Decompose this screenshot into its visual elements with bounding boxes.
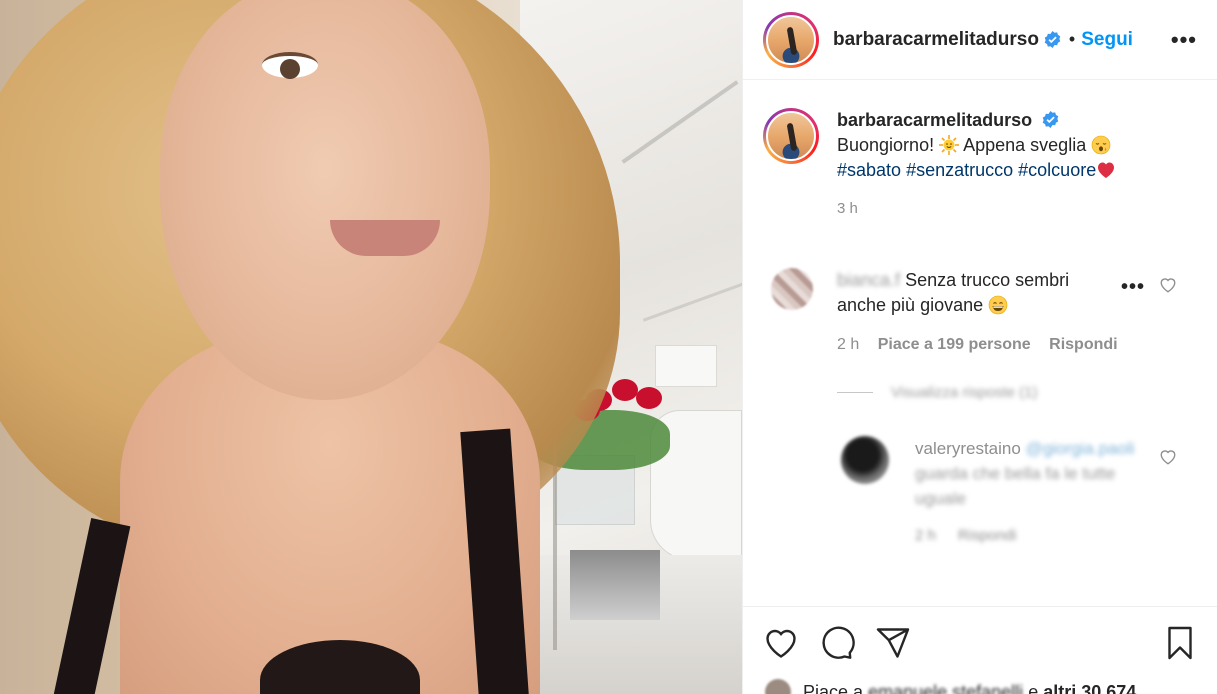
more-options-icon[interactable]: ••• bbox=[1171, 27, 1197, 53]
caption-username[interactable]: barbaracarmelitadurso bbox=[837, 110, 1032, 130]
caption: barbaracarmelitadurso Buongiorno! Appena… bbox=[763, 108, 1203, 221]
comment-avatar[interactable] bbox=[771, 268, 813, 310]
caption-avatar[interactable] bbox=[763, 108, 819, 164]
likes-summary[interactable]: Piace a emanuele.stefanelli e altri 30.6… bbox=[765, 679, 1136, 694]
reply-actions: 2 h Rispondi bbox=[915, 527, 1201, 544]
reply-timestamp[interactable]: 2 h bbox=[915, 527, 936, 544]
comment-username[interactable]: bianca.f bbox=[837, 270, 900, 290]
reply-like-heart-icon[interactable] bbox=[1159, 448, 1177, 466]
comment-like-heart-icon[interactable] bbox=[1159, 276, 1177, 294]
sun-emoji-icon bbox=[939, 135, 960, 155]
comment: bianca.f Senza trucco sembri anche più g… bbox=[763, 268, 1203, 353]
reply-reply-button[interactable]: Rispondi bbox=[958, 527, 1016, 544]
hashtag-link[interactable]: #sabato bbox=[837, 160, 901, 180]
likes-prefix: Piace a bbox=[803, 681, 864, 694]
hashtag-link[interactable]: #senzatrucco bbox=[906, 160, 1013, 180]
reply-text: guarda che bella fa le tutte bbox=[915, 464, 1116, 483]
comment-more-icon[interactable]: ••• bbox=[1121, 276, 1145, 299]
author-username[interactable]: barbaracarmelitadurso bbox=[833, 29, 1039, 51]
caption-text: Buongiorno! bbox=[837, 135, 935, 155]
share-direct-icon[interactable] bbox=[875, 625, 911, 661]
avatar[interactable] bbox=[763, 11, 819, 68]
grinning-face-emoji-icon bbox=[988, 295, 1008, 315]
bookmark-save-icon[interactable] bbox=[1162, 625, 1198, 661]
comment-reply-button[interactable]: Rispondi bbox=[1049, 336, 1117, 353]
reply-comment: valeryrestaino @giorgia.paoli guarda che… bbox=[841, 436, 1201, 544]
likes-first-user[interactable]: emanuele.stefanelli bbox=[868, 682, 1023, 694]
reply-mention[interactable]: @giorgia.paoli bbox=[1026, 439, 1135, 458]
strap bbox=[49, 518, 131, 694]
reply-username[interactable]: valeryrestaino bbox=[915, 439, 1021, 458]
red-heart-emoji-icon bbox=[1098, 162, 1115, 178]
view-replies-button[interactable]: Visualizza risposte (1) bbox=[837, 384, 1037, 401]
post-side-panel: barbaracarmelitadurso • Segui ••• barbar… bbox=[742, 0, 1217, 694]
separator-dot: • bbox=[1068, 29, 1076, 49]
sleepy-face-emoji-icon bbox=[1091, 135, 1111, 155]
like-heart-icon[interactable] bbox=[763, 625, 799, 661]
post-action-bar: Piace a emanuele.stefanelli e altri 30.6… bbox=[743, 606, 1217, 694]
faucet bbox=[570, 550, 660, 620]
post-header: barbaracarmelitadurso • Segui ••• bbox=[743, 0, 1217, 80]
eye bbox=[262, 52, 318, 79]
follow-button[interactable]: Segui bbox=[1081, 29, 1133, 51]
caption-text: Appena sveglia bbox=[963, 135, 1087, 155]
post-photo[interactable] bbox=[0, 0, 742, 694]
comment-bubble-icon[interactable] bbox=[819, 625, 855, 661]
divider bbox=[837, 392, 873, 393]
comment-timestamp[interactable]: 2 h bbox=[837, 336, 859, 353]
likes-others-count[interactable]: altri 30.674 bbox=[1043, 682, 1136, 694]
likes-middle: e bbox=[1028, 681, 1039, 694]
view-replies-label: Visualizza risposte (1) bbox=[891, 384, 1038, 401]
reply-avatar[interactable] bbox=[841, 436, 889, 484]
verified-badge-icon bbox=[1042, 111, 1059, 128]
caption-timestamp[interactable]: 3 h bbox=[837, 196, 1203, 221]
verified-badge-icon bbox=[1044, 31, 1061, 48]
hashtag-link[interactable]: #colcuore bbox=[1018, 160, 1096, 180]
reply-text: uguale bbox=[915, 489, 967, 508]
comment-likes-count[interactable]: Piace a 199 persone bbox=[878, 336, 1031, 353]
comment-actions: 2 h Piace a 199 persone Rispondi bbox=[837, 336, 1132, 354]
liker-avatar bbox=[765, 679, 791, 694]
